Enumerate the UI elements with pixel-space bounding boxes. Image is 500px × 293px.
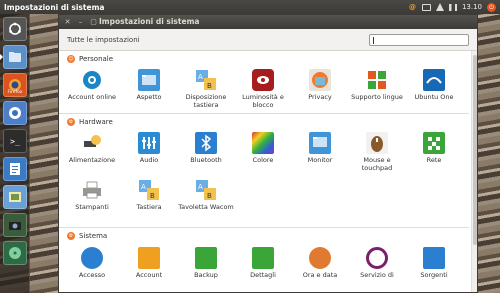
search-input[interactable] xyxy=(369,33,469,46)
item-software-sources[interactable]: Sorgenti xyxy=(406,247,462,280)
privacy-icon xyxy=(312,72,328,88)
svg-text:A: A xyxy=(141,183,146,191)
close-window-button[interactable]: ✕ xyxy=(63,18,72,27)
disc-icon xyxy=(9,247,21,259)
appearance-icon xyxy=(142,75,156,85)
item-accessibility[interactable]: Accesso xyxy=(64,247,120,280)
system-section-icon: ⚙ xyxy=(67,232,75,240)
item-display[interactable]: Monitor xyxy=(292,132,348,165)
keyboard-layout-icon: AB xyxy=(196,70,216,90)
network-icon[interactable] xyxy=(435,3,444,11)
media-launcher-button[interactable] xyxy=(3,241,27,265)
firefox-launcher-button[interactable]: Firefox xyxy=(3,73,27,97)
item-service[interactable]: Servizio di xyxy=(349,247,405,280)
svg-text:B: B xyxy=(207,82,212,90)
text-caret xyxy=(373,36,374,44)
power-icon xyxy=(84,135,101,147)
at-icon[interactable]: @ xyxy=(409,3,417,11)
svg-text:B: B xyxy=(150,192,155,200)
window-title: Impostazioni di sistema xyxy=(99,17,200,26)
item-language-support[interactable]: Supporto lingue xyxy=(349,69,405,102)
ubuntu-logo-icon xyxy=(9,22,21,35)
section-divider xyxy=(59,113,469,114)
chromium-launcher-button[interactable] xyxy=(3,101,27,125)
svg-text:A: A xyxy=(198,73,203,81)
active-app-title: Impostazioni di sistema xyxy=(4,2,105,12)
hardware-section-icon: ⚙ xyxy=(67,118,75,126)
volume-icon[interactable] xyxy=(448,3,457,11)
section-title: Sistema xyxy=(79,232,108,240)
item-sound[interactable]: Audio xyxy=(121,132,177,165)
section-header-sistema: ⚙ Sistema xyxy=(67,232,107,240)
section-header-hardware: ⚙ Hardware xyxy=(67,118,113,126)
section-title: Personale xyxy=(79,55,114,63)
mail-icon[interactable] xyxy=(421,3,431,11)
terminal-launcher-button[interactable]: >_ xyxy=(3,129,27,153)
sound-icon xyxy=(142,137,156,149)
item-details[interactable]: Dettagli xyxy=(235,247,291,280)
indicator-area: @ 13.10 ⏻ xyxy=(409,0,496,14)
power-icon[interactable]: ⏻ xyxy=(487,2,496,12)
svg-text:B: B xyxy=(207,192,212,200)
display-icon xyxy=(313,137,327,147)
folder-icon xyxy=(9,52,21,62)
item-appearance[interactable]: Aspetto xyxy=(121,69,177,102)
item-user-accounts[interactable]: Account xyxy=(121,247,177,280)
document-icon xyxy=(10,163,20,175)
network-icon xyxy=(428,137,440,150)
item-privacy[interactable]: Privacy xyxy=(292,69,348,102)
item-bluetooth[interactable]: Bluetooth xyxy=(178,132,234,165)
writer-launcher-button[interactable] xyxy=(3,157,27,181)
wacom-icon: AB xyxy=(196,180,216,200)
item-mouse-touchpad[interactable]: Mouse e touchpad xyxy=(349,132,405,173)
keyboard-icon: AB xyxy=(139,180,159,200)
launcher: Firefox >_ xyxy=(0,14,30,293)
printer-icon xyxy=(83,181,101,199)
online-accounts-icon xyxy=(83,71,101,89)
item-backup[interactable]: Backup xyxy=(178,247,234,280)
firefox-launcher-label: Firefox xyxy=(7,90,23,95)
all-settings-button[interactable]: Tutte le impostazioni xyxy=(67,36,140,44)
section-divider xyxy=(59,227,469,228)
item-wacom-tablet[interactable]: AB Tavoletta Wacom xyxy=(178,179,234,212)
scrollbar-thumb[interactable] xyxy=(473,55,477,245)
maximize-window-button[interactable]: ▢ xyxy=(89,18,98,27)
mouse-icon xyxy=(371,136,383,152)
item-ubuntu-one[interactable]: Ubuntu One xyxy=(406,69,462,102)
personal-section-icon: ☺ xyxy=(67,55,75,63)
chromium-icon xyxy=(9,107,21,119)
item-color[interactable]: Colore xyxy=(235,132,291,165)
item-power[interactable]: Alimentazione xyxy=(64,132,120,165)
window-toolbar: Tutte le impostazioni xyxy=(59,29,477,51)
vertical-scrollbar[interactable] xyxy=(471,51,477,292)
settings-content: ☺ Personale Account online Aspetto AB Di… xyxy=(59,51,477,292)
clock[interactable]: 13.10 xyxy=(462,3,482,11)
dash-button[interactable] xyxy=(3,17,27,41)
window-titlebar[interactable]: ✕ – ▢ Impostazioni di sistema xyxy=(59,15,477,29)
minimize-window-button[interactable]: – xyxy=(76,18,85,27)
item-time-date[interactable]: Ora e data xyxy=(292,247,348,280)
item-printers[interactable]: Stampanti xyxy=(64,179,120,212)
item-brightness-lock[interactable]: Luminosità e blocco xyxy=(235,69,291,110)
item-online-accounts[interactable]: Account online xyxy=(64,69,120,102)
item-keyboard-layout[interactable]: AB Disposizione tastiera xyxy=(178,69,234,110)
photos-icon xyxy=(9,192,21,202)
item-keyboard[interactable]: AB Tastiera xyxy=(121,179,177,212)
brightness-lock-icon xyxy=(257,76,269,84)
files-launcher-button[interactable] xyxy=(3,45,27,69)
images-launcher-button[interactable] xyxy=(3,185,27,209)
camera-icon xyxy=(9,222,21,230)
system-settings-window: ✕ – ▢ Impostazioni di sistema Tutte le i… xyxy=(58,14,478,293)
language-support-icon xyxy=(368,71,386,89)
section-header-personale: ☺ Personale xyxy=(67,55,113,63)
section-title: Hardware xyxy=(79,118,113,126)
top-panel: Impostazioni di sistema @ 13.10 ⏻ xyxy=(0,0,500,14)
item-network[interactable]: Rete xyxy=(406,132,462,165)
terminal-prompt-icon: >_ xyxy=(10,136,20,146)
ubuntu-one-icon xyxy=(426,77,442,84)
bluetooth-icon xyxy=(201,134,212,152)
svg-text:A: A xyxy=(198,183,203,191)
shotwell-launcher-button[interactable] xyxy=(3,213,27,237)
